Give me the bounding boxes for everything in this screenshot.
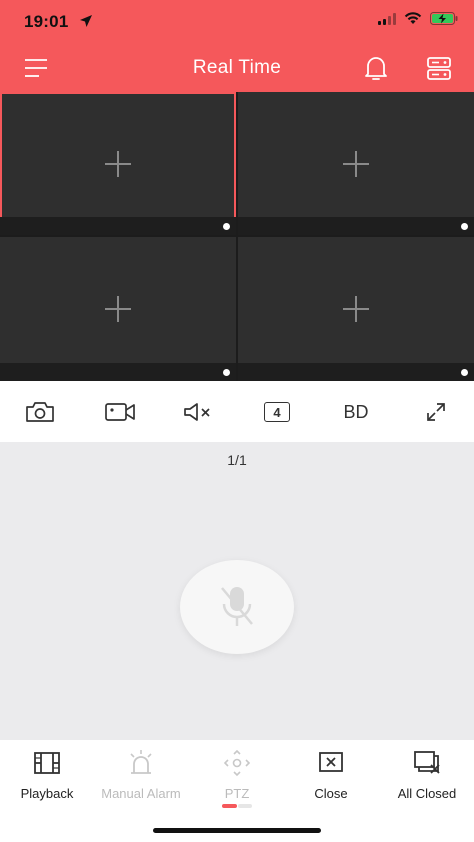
video-cell-4[interactable]: [238, 237, 474, 381]
split-screen-count: 4: [273, 404, 281, 420]
device-list-icon[interactable]: [425, 55, 453, 83]
close-label: Close: [314, 786, 348, 801]
add-channel-icon[interactable]: [104, 295, 132, 323]
expand-icon: [427, 403, 445, 421]
video-cell-status-bar: [238, 363, 474, 381]
live-toolbar: 4 BD: [0, 381, 474, 442]
status-dot: [223, 369, 230, 376]
manual-alarm-label: Manual Alarm: [101, 786, 181, 801]
status-dot: [461, 223, 468, 230]
mute-button[interactable]: [182, 398, 214, 426]
signal-icon: [378, 12, 396, 25]
ptz-icon: [223, 749, 251, 777]
ptz-button[interactable]: PTZ: [190, 748, 284, 801]
add-channel-icon[interactable]: [342, 295, 370, 323]
record-button[interactable]: [104, 398, 136, 426]
talk-button[interactable]: [180, 560, 294, 654]
page-dot: [238, 804, 252, 808]
status-icons: [378, 12, 458, 25]
split-screen-icon: 4: [264, 402, 290, 422]
close-box-icon: [319, 752, 343, 772]
video-cell-status-bar: [238, 217, 474, 235]
home-indicator: [153, 828, 321, 833]
camera-icon: [26, 402, 54, 422]
nav-bar: Real Time: [0, 46, 474, 92]
add-channel-icon[interactable]: [104, 150, 132, 178]
page-title: Real Time: [192, 57, 282, 78]
video-cell-2[interactable]: [238, 92, 474, 235]
fullscreen-button[interactable]: [420, 398, 452, 426]
location-arrow-icon: [80, 15, 92, 27]
video-record-icon: [105, 403, 135, 421]
film-icon: [34, 752, 60, 774]
snapshot-button[interactable]: [24, 398, 56, 426]
add-channel-icon[interactable]: [342, 150, 370, 178]
speaker-mute-icon: [184, 403, 210, 421]
playback-label: Playback: [20, 786, 74, 801]
close-button[interactable]: Close: [284, 748, 378, 801]
quality-label: BD: [343, 401, 369, 422]
page-indicator: 1/1: [227, 452, 247, 468]
status-dot: [461, 369, 468, 376]
page-control: [222, 804, 252, 808]
video-cell-1[interactable]: [0, 92, 236, 235]
close-all-icon: [414, 751, 440, 774]
quality-button[interactable]: BD: [338, 398, 374, 426]
status-dot: [223, 223, 230, 230]
manual-alarm-button[interactable]: Manual Alarm: [94, 748, 188, 801]
video-grid: [0, 92, 474, 381]
talk-panel: 1/1: [0, 442, 474, 740]
close-all-button[interactable]: All Closed: [380, 748, 474, 801]
mic-off-icon: [221, 587, 253, 626]
wifi-icon: [404, 12, 422, 24]
playback-button[interactable]: Playback: [0, 748, 94, 801]
split-screen-button[interactable]: 4: [261, 398, 293, 426]
bottom-action-bar: Playback Manual Alarm PTZ Close All Clos…: [0, 740, 474, 842]
status-time: 19:01: [24, 12, 69, 31]
video-cell-status-bar: [0, 363, 236, 381]
status-bar: 19:01: [0, 0, 474, 46]
video-cell-3[interactable]: [0, 237, 236, 381]
alarm-light-icon: [130, 750, 152, 774]
close-all-label: All Closed: [397, 786, 457, 801]
video-cell-status-bar: [0, 217, 236, 235]
battery-charging-icon: [430, 12, 458, 25]
bell-icon[interactable]: [362, 54, 390, 82]
page-dot-active: [222, 804, 237, 808]
ptz-label: PTZ: [224, 786, 250, 801]
